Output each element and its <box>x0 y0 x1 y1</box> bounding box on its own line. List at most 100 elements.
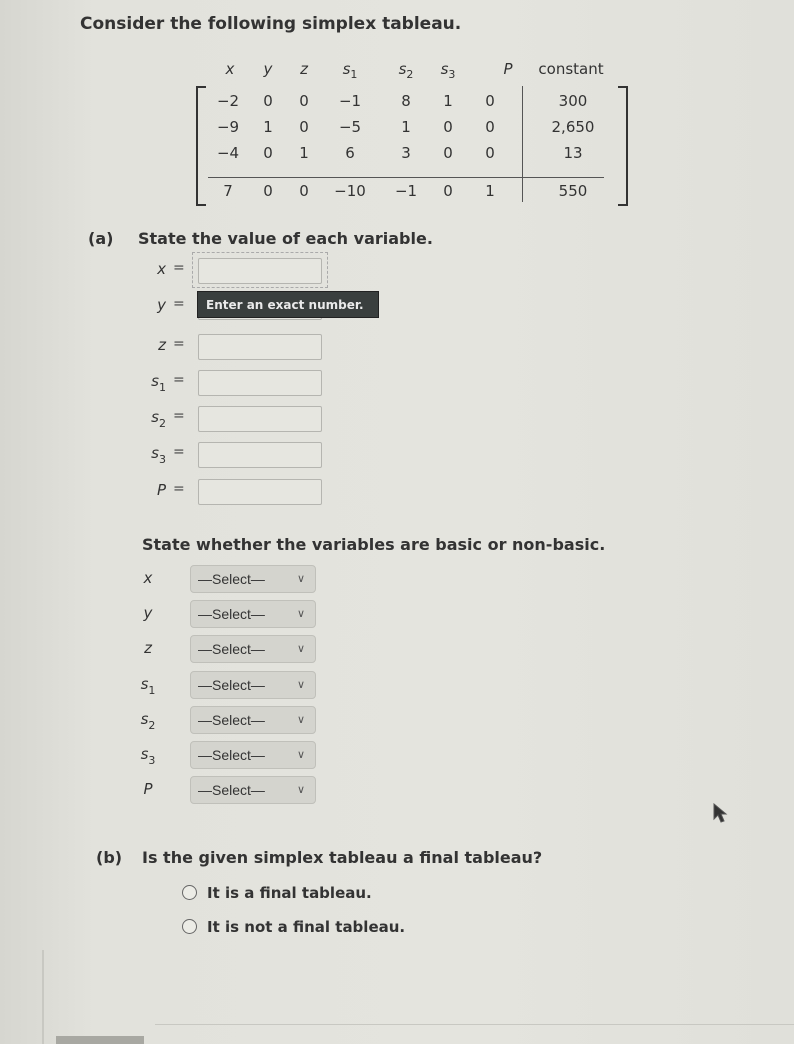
variable-label: s3 <box>140 745 156 767</box>
right-bracket <box>618 86 628 206</box>
basic-select-x[interactable]: —Select— ∨ <box>190 565 316 593</box>
value-input-s1[interactable] <box>198 370 322 396</box>
basic-select-s3[interactable]: —Select— ∨ <box>190 741 316 769</box>
radio-option-not-final[interactable]: It is not a final tableau. <box>182 918 405 936</box>
equals-sign: = <box>173 481 185 497</box>
variable-label: y <box>157 296 166 314</box>
select-value: —Select— <box>198 677 265 693</box>
chevron-down-icon: ∨ <box>296 784 305 796</box>
equals-sign: = <box>173 336 185 352</box>
tooltip: Enter an exact number. <box>197 291 379 318</box>
select-value: —Select— <box>198 641 265 657</box>
equals-sign: = <box>173 444 185 460</box>
chevron-down-icon: ∨ <box>296 679 305 691</box>
augment-divider <box>522 86 523 202</box>
variable-label: P <box>156 481 166 499</box>
tableau-cell: 0 <box>299 118 309 136</box>
tableau-cell: 7 <box>223 182 233 200</box>
radio-button[interactable] <box>182 919 197 934</box>
tableau-constant-cell: 550 <box>558 182 588 200</box>
radio-button[interactable] <box>182 885 197 900</box>
part-b-label: (b) <box>96 848 123 867</box>
chevron-down-icon: ∨ <box>296 643 305 655</box>
column-header-s2: s2 <box>398 60 414 81</box>
tableau-cell: 8 <box>401 92 411 110</box>
variable-label: y <box>143 604 153 622</box>
tableau-cell: −4 <box>216 144 240 162</box>
tableau-cell: 0 <box>443 182 453 200</box>
bottom-button[interactable] <box>56 1036 144 1044</box>
select-value: —Select— <box>198 571 265 587</box>
tableau-cell: 0 <box>485 92 495 110</box>
tableau-cell: 0 <box>443 118 453 136</box>
variable-label: s2 <box>151 408 166 430</box>
variable-label: x <box>157 260 166 278</box>
equals-sign: = <box>173 296 185 312</box>
basic-select-y[interactable]: —Select— ∨ <box>190 600 316 628</box>
tableau-cell: 6 <box>345 144 355 162</box>
left-bracket <box>196 86 206 206</box>
select-value: —Select— <box>198 747 265 763</box>
equals-sign: = <box>173 372 185 388</box>
column-header-s3: s3 <box>440 60 456 81</box>
tableau-cell: −10 <box>334 182 366 200</box>
tableau-constant-cell: 300 <box>558 92 588 110</box>
part-b-prompt: Is the given simplex tableau a final tab… <box>142 848 543 867</box>
value-input-s3[interactable] <box>198 442 322 468</box>
radio-label: It is a final tableau. <box>207 884 372 902</box>
value-input-s2[interactable] <box>198 406 322 432</box>
intro-text: Consider the following simplex tableau. <box>80 14 462 34</box>
tableau-cell: 0 <box>485 118 495 136</box>
variable-label: s3 <box>151 444 166 466</box>
value-input-z[interactable] <box>198 334 322 360</box>
column-header-p: P <box>503 60 513 78</box>
chevron-down-icon: ∨ <box>296 749 305 761</box>
variable-label: s2 <box>140 710 156 732</box>
tableau-cell: 1 <box>443 92 453 110</box>
column-header-x: x <box>225 60 235 78</box>
basic-nonbasic-prompt: State whether the variables are basic or… <box>142 535 606 554</box>
tableau-cell: 0 <box>443 144 453 162</box>
chevron-down-icon: ∨ <box>296 714 305 726</box>
basic-select-z[interactable]: —Select— ∨ <box>190 635 316 663</box>
select-value: —Select— <box>198 712 265 728</box>
page-edge <box>42 950 44 1044</box>
variable-label: x <box>143 569 153 587</box>
part-a-label: (a) <box>88 229 114 248</box>
radio-label: It is not a final tableau. <box>207 918 406 936</box>
column-header-z: z <box>300 60 308 78</box>
chevron-down-icon: ∨ <box>296 608 305 620</box>
basic-select-s1[interactable]: —Select— ∨ <box>190 671 316 699</box>
tableau-constant-cell: 13 <box>563 144 583 162</box>
value-input-p[interactable] <box>198 479 322 505</box>
tableau-cell: 0 <box>299 182 309 200</box>
tableau-cell: 0 <box>263 92 273 110</box>
variable-label: z <box>144 639 152 657</box>
basic-select-p[interactable]: —Select— ∨ <box>190 776 316 804</box>
tableau-cell: 1 <box>401 118 411 136</box>
tableau-cell: 0 <box>485 144 495 162</box>
part-b-heading: (b) Is the given simplex tableau a final … <box>96 848 542 867</box>
part-a-heading: (a) State the value of each variable. <box>88 229 433 248</box>
value-input-x[interactable] <box>198 258 322 284</box>
equals-sign: = <box>173 408 185 424</box>
tableau-cell: 3 <box>401 144 411 162</box>
select-value: —Select— <box>198 606 265 622</box>
basic-select-s2[interactable]: —Select— ∨ <box>190 706 316 734</box>
equals-sign: = <box>173 260 185 276</box>
column-header-constant: constant <box>538 60 604 78</box>
variable-label: s1 <box>140 675 156 697</box>
tableau-cell: −9 <box>216 118 240 136</box>
variable-label: P <box>143 780 153 798</box>
page: Consider the following simplex tableau. … <box>0 0 794 1044</box>
objective-divider <box>208 177 604 178</box>
tableau-cell: −5 <box>338 118 362 136</box>
radio-option-final[interactable]: It is a final tableau. <box>182 884 372 902</box>
tableau-cell: −2 <box>216 92 240 110</box>
bottom-divider <box>155 1024 794 1025</box>
tableau-cell: 0 <box>263 144 273 162</box>
tableau-cell: 0 <box>263 182 273 200</box>
select-value: —Select— <box>198 782 265 798</box>
part-a-prompt: State the value of each variable. <box>138 229 433 248</box>
chevron-down-icon: ∨ <box>296 573 305 585</box>
